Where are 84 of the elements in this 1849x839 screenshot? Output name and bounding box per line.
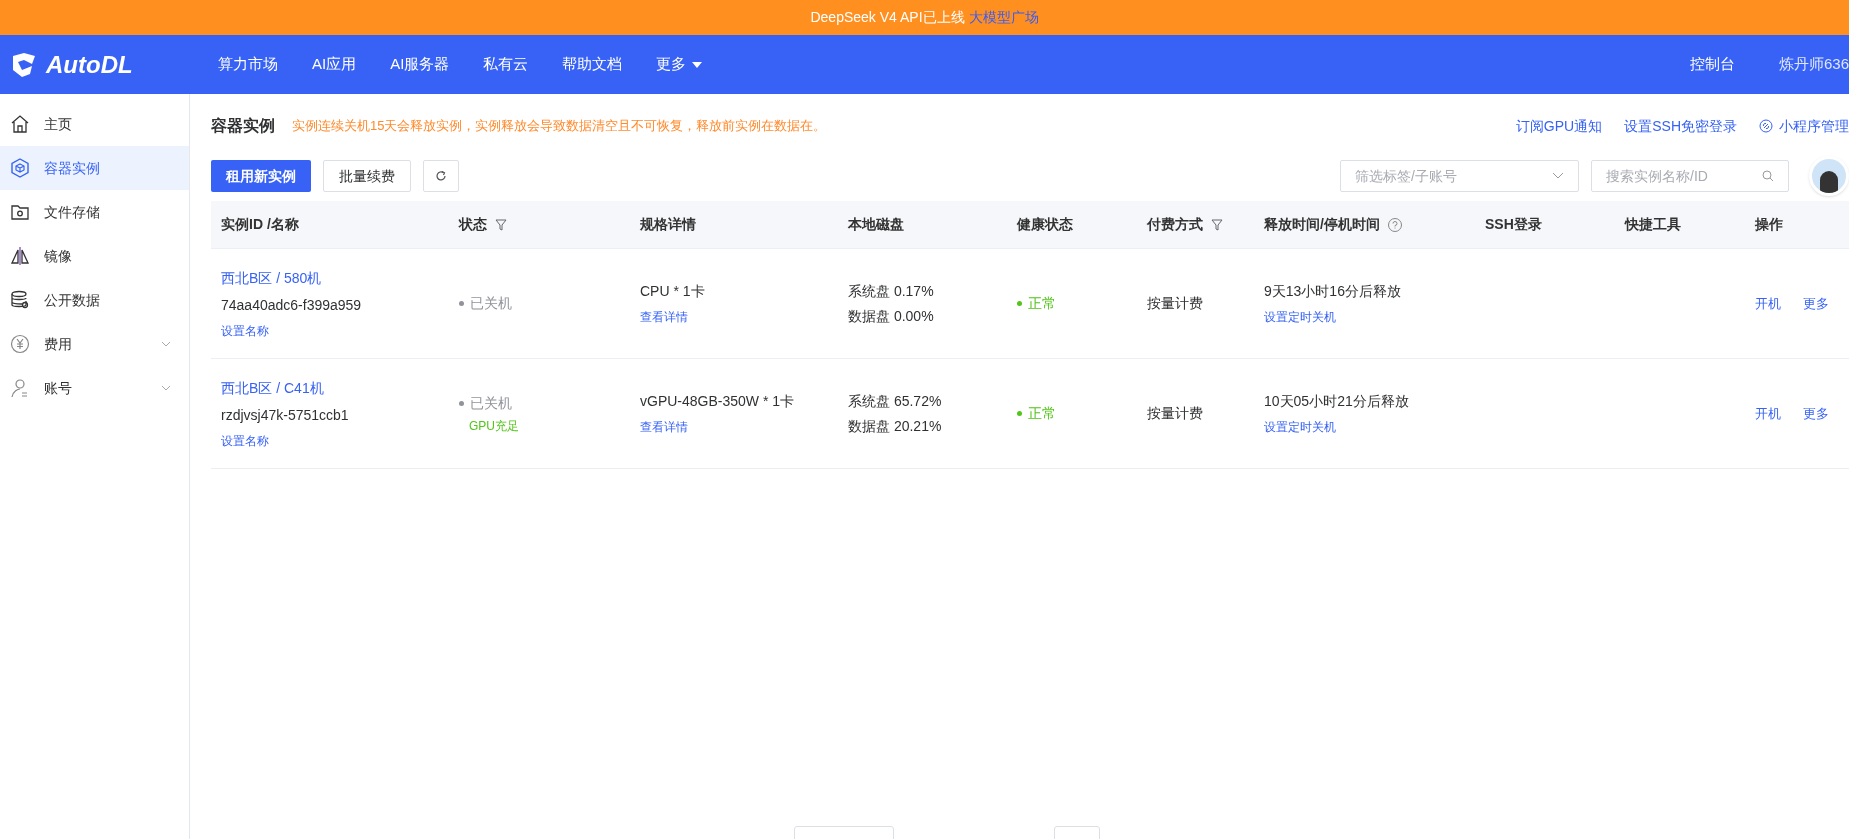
spec-text: vGPU-48GB-350W * 1卡 bbox=[640, 392, 796, 411]
instance-name-link[interactable]: 西北B区 / C41机 bbox=[221, 377, 324, 399]
sidebar-item[interactable]: 文件存储 bbox=[0, 190, 189, 234]
column-header: 状态 bbox=[449, 214, 630, 235]
action-link[interactable]: 更多 bbox=[1803, 293, 1829, 314]
logo-icon bbox=[10, 51, 38, 78]
table-row[interactable]: 西北B区 / C41机 rzdjvsj47k-5751ccb1 设置名称 已关机 GPU充足 vGPU-48GB-350W * 1卡 查看详情 系统盘 65.72% 数据盘 20.21% 正常 按量计费 10天05小时21分后释放 设置定时关机 开机 更多 bbox=[211, 359, 1849, 469]
system-disk-usage: 系统盘 65.72% bbox=[848, 391, 943, 411]
set-name-link[interactable]: 设置名称 bbox=[221, 321, 269, 340]
console-link[interactable]: 控制台 bbox=[1689, 53, 1735, 76]
page-link[interactable]: 小程序管理 bbox=[1759, 115, 1849, 137]
link-icon bbox=[1759, 119, 1773, 133]
logo-text: AutoDL bbox=[46, 49, 133, 80]
release-time: 9天13小时16分后释放 bbox=[1264, 282, 1402, 301]
column-header: 实例ID /名称 bbox=[220, 215, 300, 234]
search-icon bbox=[1762, 170, 1774, 182]
billing-method: 按量计费 bbox=[1147, 405, 1203, 421]
action-link[interactable]: 更多 bbox=[1803, 403, 1829, 424]
spec-text: CPU * 1卡 bbox=[640, 282, 706, 301]
details-link[interactable]: 查看详情 bbox=[640, 308, 688, 326]
column-header: SSH登录 bbox=[1484, 215, 1543, 234]
data-disk-usage: 数据盘 0.00% bbox=[848, 306, 935, 326]
batch-renew-button[interactable]: 批量续费 bbox=[323, 160, 411, 192]
home-icon bbox=[10, 114, 30, 134]
page-link[interactable]: 订阅GPU通知 bbox=[1515, 115, 1603, 137]
filter-icon[interactable] bbox=[495, 218, 507, 231]
folder-icon bbox=[10, 202, 30, 222]
scheduled-shutdown-link[interactable]: 设置定时关机 bbox=[1264, 418, 1336, 436]
table-row[interactable]: 西北B区 / 580机 74aa40adc6-f399a959 设置名称 已关机 CPU * 1卡 查看详情 系统盘 0.17% 数据盘 0.00% 正常 按量计费 9天13小时16分后释放 设置定时关机 开机 更多 bbox=[211, 249, 1849, 359]
billing-method: 按量计费 bbox=[1147, 295, 1203, 311]
page-title: 容器实例 bbox=[211, 116, 275, 136]
data-disk-usage: 数据盘 20.21% bbox=[848, 416, 943, 436]
sidebar-item[interactable]: 账号 bbox=[0, 366, 189, 410]
column-header: 健康状态 bbox=[1016, 215, 1074, 234]
sidebar-item[interactable]: 镜像 bbox=[0, 234, 189, 278]
sidebar-item[interactable]: 主页 bbox=[0, 102, 189, 146]
chevron-down-icon bbox=[1552, 172, 1564, 180]
details-link[interactable]: 查看详情 bbox=[640, 418, 688, 436]
health-status: 正常 bbox=[1017, 403, 1137, 424]
sidebar-item[interactable]: 容器实例 bbox=[0, 146, 189, 190]
rent-instance-button[interactable]: 租用新实例 bbox=[211, 160, 311, 192]
chevron-down-icon bbox=[161, 385, 171, 391]
mirror-icon bbox=[10, 246, 30, 266]
user-icon bbox=[10, 378, 30, 398]
page-link[interactable]: 设置SSH免密登录 bbox=[1624, 115, 1737, 137]
column-header: 快捷工具 bbox=[1623, 215, 1682, 234]
yen-icon bbox=[10, 334, 30, 354]
nav-link[interactable]: 更多 bbox=[656, 53, 703, 76]
refresh-icon bbox=[435, 170, 447, 182]
user-menu[interactable]: 炼丹师636 bbox=[1778, 53, 1849, 76]
nav-link[interactable]: 算力市场 bbox=[218, 53, 278, 76]
nav-link[interactable]: AI服务器 bbox=[390, 53, 450, 76]
announcement-text: DeepSeek V4 API已上线 bbox=[810, 8, 965, 27]
column-header: 规格详情 bbox=[639, 215, 697, 234]
set-name-link[interactable]: 设置名称 bbox=[221, 431, 269, 450]
column-header: 释放时间/停机时间 bbox=[1254, 214, 1475, 235]
instance-id: 74aa40adc6-f399a959 bbox=[221, 295, 363, 315]
nav-link[interactable]: AI应用 bbox=[312, 53, 357, 76]
refresh-button[interactable] bbox=[423, 160, 459, 192]
chevron-down-icon bbox=[161, 341, 171, 347]
sidebar-item[interactable]: 费用 bbox=[0, 322, 189, 366]
column-header: 本地磁盘 bbox=[847, 215, 905, 234]
instance-name-link[interactable]: 西北B区 / 580机 bbox=[221, 267, 322, 289]
scheduled-shutdown-link[interactable]: 设置定时关机 bbox=[1264, 308, 1336, 326]
instance-id: rzdjvsj47k-5751ccb1 bbox=[221, 405, 350, 425]
health-status: 正常 bbox=[1017, 293, 1137, 314]
action-link[interactable]: 开机 bbox=[1755, 293, 1781, 314]
caret-icon bbox=[692, 61, 703, 68]
system-disk-usage: 系统盘 0.17% bbox=[848, 281, 935, 301]
release-notice: 实例连续关机15天会释放实例，实例释放会导致数据清空且不可恢复，释放前实例在数据在。 bbox=[292, 117, 827, 136]
sidebar-item[interactable]: 公开数据 bbox=[0, 278, 189, 322]
column-header: 操作 bbox=[1754, 215, 1784, 234]
nav-link[interactable]: 私有云 bbox=[483, 53, 529, 76]
action-link[interactable]: 开机 bbox=[1755, 403, 1781, 424]
cube-icon bbox=[10, 158, 30, 178]
column-header: 付费方式 bbox=[1137, 214, 1254, 235]
release-time: 10天05小时21分后释放 bbox=[1264, 392, 1410, 411]
database-icon bbox=[10, 290, 30, 310]
nav-link[interactable]: 帮助文档 bbox=[562, 53, 623, 76]
gpu-availability: GPU充足 bbox=[468, 417, 519, 435]
filter-icon[interactable] bbox=[1211, 218, 1223, 231]
status-label: 已关机 bbox=[459, 392, 630, 414]
status-label: 已关机 bbox=[459, 293, 630, 314]
avatar[interactable] bbox=[1809, 156, 1849, 196]
